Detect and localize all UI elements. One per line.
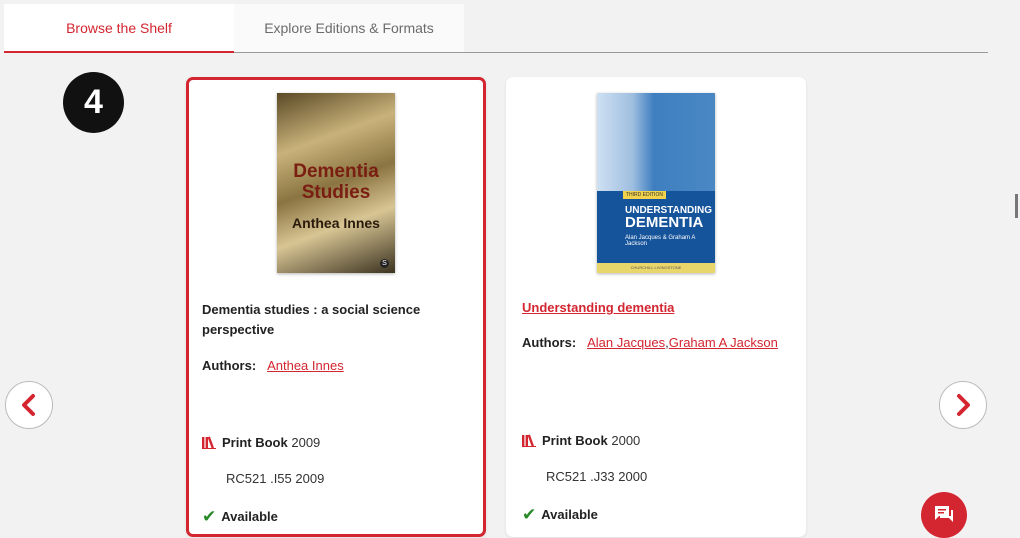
chevron-left-icon — [22, 394, 35, 416]
next-button[interactable] — [939, 381, 987, 429]
check-icon: ✔ — [522, 505, 537, 524]
scrollbar-handle[interactable] — [1015, 194, 1018, 218]
book-cover-image[interactable]: Dementia Studies Anthea Innes S — [277, 93, 395, 273]
book-title-link[interactable]: Understanding dementia — [522, 298, 782, 318]
author-link[interactable]: Anthea Innes — [267, 358, 344, 373]
format-row: Print Book 2009 — [202, 435, 320, 450]
publication-year: 2009 — [291, 435, 321, 450]
authors-row: Authors: Anthea Innes — [202, 358, 344, 373]
step-number-badge: 4 — [63, 72, 124, 133]
call-number: RC521 .J33 2000 — [546, 469, 648, 484]
book-card-selected[interactable]: Dementia Studies Anthea Innes S Dementia… — [186, 77, 486, 537]
authors-row: Authors: Alan Jacques,Graham A Jackson — [522, 335, 778, 350]
book-cover-image[interactable]: THIRD EDITION UNDERSTANDING DEMENTIA Ala… — [597, 93, 715, 273]
cover-title-line2: DEMENTIA — [625, 214, 704, 231]
shelf-tabs: Browse the Shelf Explore Editions & Form… — [4, 4, 988, 53]
author-link[interactable]: Alan Jacques — [587, 335, 665, 350]
availability-status: ✔ Available — [202, 507, 278, 527]
books-icon — [522, 434, 536, 447]
chevron-right-icon — [957, 394, 970, 416]
availability-label: Available — [221, 509, 278, 524]
publication-year: 2000 — [611, 433, 641, 448]
cover-title: Dementia Studies — [293, 161, 379, 203]
book-card[interactable]: THIRD EDITION UNDERSTANDING DEMENTIA Ala… — [506, 77, 806, 537]
call-number: RC521 .I55 2009 — [226, 471, 325, 486]
availability-label: Available — [541, 507, 598, 522]
tab-browse-the-shelf[interactable]: Browse the Shelf — [4, 4, 234, 53]
format-label: Print Book — [542, 433, 608, 448]
previous-button[interactable] — [5, 381, 53, 429]
cover-author: Alan Jacques & Graham A Jackson — [625, 235, 696, 247]
format-row: Print Book 2000 — [522, 433, 640, 448]
cover-edition: THIRD EDITION — [623, 191, 666, 199]
cover-author: Anthea Innes — [292, 215, 380, 231]
books-icon — [202, 436, 216, 449]
chat-icon — [935, 506, 953, 522]
check-icon: ✔ — [202, 507, 217, 526]
book-title: Dementia studies : a social science pers… — [202, 302, 421, 337]
author-link[interactable]: Graham A Jackson — [669, 335, 778, 350]
publisher-logo-icon: S — [380, 259, 389, 268]
chat-button[interactable] — [921, 492, 967, 538]
tab-explore-editions-formats[interactable]: Explore Editions & Formats — [234, 4, 464, 52]
authors-label: Authors: — [202, 358, 257, 373]
authors-label: Authors: — [522, 335, 577, 350]
cover-publisher: CHURCHILL LIVINGSTONE — [597, 263, 715, 273]
availability-status: ✔ Available — [522, 505, 598, 525]
format-label: Print Book — [222, 435, 288, 450]
